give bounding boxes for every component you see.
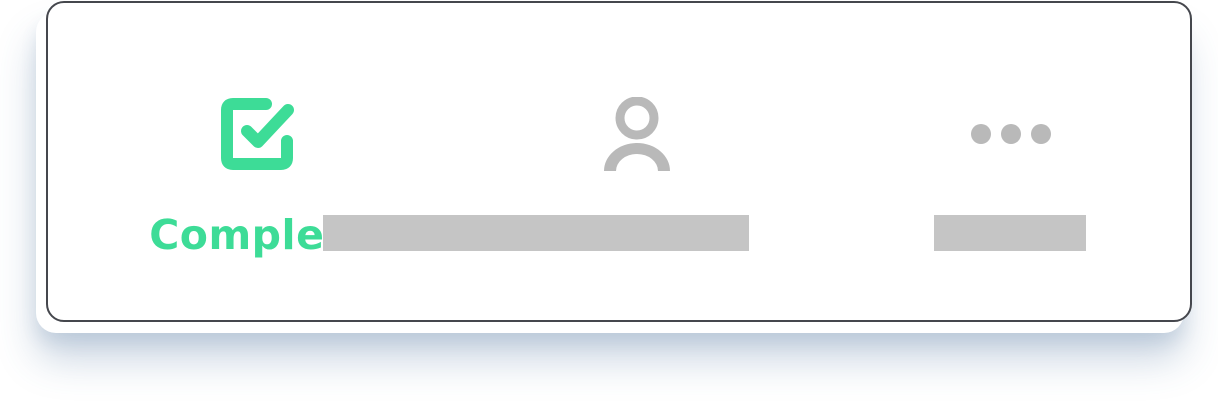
tab-more[interactable] [908, 3, 1094, 320]
tab-label-placeholder-profile [323, 215, 749, 251]
tab-label-placeholder-more [934, 215, 1086, 251]
tab-complete[interactable]: Complete [128, 3, 394, 320]
more-horizontal-icon [971, 124, 1051, 144]
checkbox-checked-icon [221, 98, 294, 170]
bottom-tab-bar: Complete [46, 1, 1192, 322]
tab-profile[interactable] [518, 3, 758, 320]
person-icon [604, 97, 670, 171]
